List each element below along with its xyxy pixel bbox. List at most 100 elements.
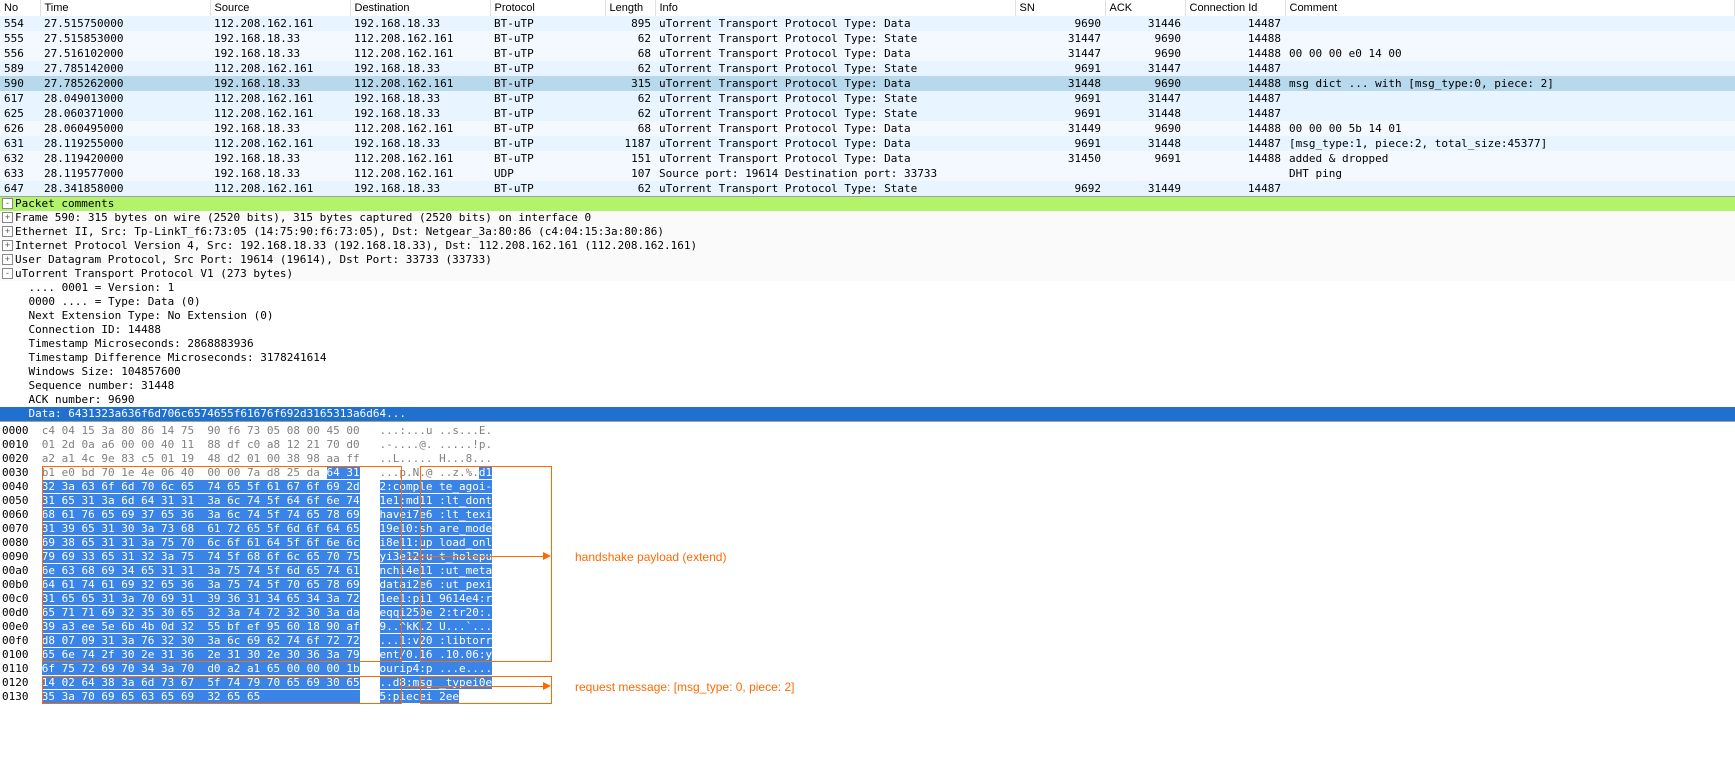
col-header-time[interactable]: Time [40,0,210,16]
cell-no: 625 [0,106,40,121]
col-header-sn[interactable]: SN [1015,0,1105,16]
packet-row[interactable]: 55627.516102000192.168.18.33112.208.162.… [0,46,1735,61]
hex-row[interactable]: 0110 6f 75 72 69 70 34 3a 70 d0 a2 a1 65… [0,662,1735,676]
col-header-no[interactable]: No [0,0,40,16]
cell-proto: BT-uTP [490,181,605,196]
detail-sub-line[interactable]: Sequence number: 31448 [0,379,1735,393]
hex-row[interactable]: 0090 79 69 33 65 31 32 3a 75 74 5f 68 6f… [0,550,1735,564]
expand-icon[interactable]: + [2,254,13,265]
cell-proto: BT-uTP [490,31,605,46]
col-header-destination[interactable]: Destination [350,0,490,16]
cell-dst: 112.208.162.161 [350,46,490,61]
detail-data-line[interactable]: Data: 6431323a636f6d706c6574655f61676f69… [0,407,1735,421]
cell-src: 112.208.162.161 [210,16,350,31]
hex-row[interactable]: 00e0 39 a3 ee 5e 6b 4b 0d 32 55 bf ef 95… [0,620,1735,634]
col-header-info[interactable]: Info [655,0,1015,16]
packet-row[interactable]: 62628.060495000192.168.18.33112.208.162.… [0,121,1735,136]
cell-src: 192.168.18.33 [210,151,350,166]
detail-top-line[interactable]: +User Datagram Protocol, Src Port: 19614… [0,253,1735,267]
detail-sub-line[interactable]: Timestamp Microseconds: 2868883936 [0,337,1735,351]
hex-row[interactable]: 00b0 64 61 74 61 69 32 65 36 3a 75 74 5f… [0,578,1735,592]
hex-row[interactable]: 0020 a2 a1 4c 9e 83 c5 01 19 48 d2 01 00… [0,452,1735,466]
col-header-ack[interactable]: ACK [1105,0,1185,16]
hex-row[interactable]: 0100 65 6e 74 2f 30 2e 31 36 2e 31 30 2e… [0,648,1735,662]
packet-row[interactable]: 63228.119420000192.168.18.33112.208.162.… [0,151,1735,166]
hex-offset: 0060 [2,508,29,521]
hex-row[interactable]: 0070 31 39 65 31 30 3a 73 68 61 72 65 5f… [0,522,1735,536]
packet-row[interactable]: 61728.049013000112.208.162.161192.168.18… [0,91,1735,106]
hex-offset: 0000 [2,424,29,437]
detail-top-line[interactable]: +Frame 590: 315 bytes on wire (2520 bits… [0,211,1735,225]
detail-top-line[interactable]: -uTorrent Transport Protocol V1 (273 byt… [0,267,1735,281]
packet-table-body[interactable]: 55427.515750000112.208.162.161192.168.18… [0,16,1735,196]
col-header-length[interactable]: Length [605,0,655,16]
col-header-protocol[interactable]: Protocol [490,0,605,16]
cell-time: 27.785142000 [40,61,210,76]
hex-ascii: 9..^kK.2 U...`... [380,620,493,633]
packet-row[interactable]: 58927.785142000112.208.162.161192.168.18… [0,61,1735,76]
expand-icon[interactable]: - [2,268,13,279]
hex-row[interactable]: 00f0 d8 07 09 31 3a 76 32 30 3a 6c 69 62… [0,634,1735,648]
hex-row[interactable]: 0050 31 65 31 3a 6d 64 31 31 3a 6c 74 5f… [0,494,1735,508]
packet-row[interactable]: 62528.060371000112.208.162.161192.168.18… [0,106,1735,121]
hex-row[interactable]: 0000 c4 04 15 3a 80 86 14 75 90 f6 73 05… [0,424,1735,438]
packet-row[interactable]: 55527.515853000192.168.18.33112.208.162.… [0,31,1735,46]
hex-row[interactable]: 0060 68 61 76 65 69 37 65 36 3a 6c 74 5f… [0,508,1735,522]
packet-list-pane[interactable]: No Time Source Destination Protocol Leng… [0,0,1735,197]
hex-row[interactable]: 0080 69 38 65 31 31 3a 75 70 6c 6f 61 64… [0,536,1735,550]
hex-ascii: ...:...u ..s...E. [380,424,493,437]
detail-sub-line[interactable]: Next Extension Type: No Extension (0) [0,309,1735,323]
packet-row[interactable]: 55427.515750000112.208.162.161192.168.18… [0,16,1735,31]
detail-sub-line[interactable]: Timestamp Difference Microseconds: 31782… [0,351,1735,365]
cell-cid: 14488 [1185,76,1285,91]
cell-time: 28.119577000 [40,166,210,181]
hex-offset: 0120 [2,676,29,689]
cell-time: 27.515853000 [40,31,210,46]
expand-icon[interactable]: + [2,240,13,251]
packet-row[interactable]: 63328.119577000192.168.18.33112.208.162.… [0,166,1735,181]
packet-details-pane[interactable]: -Packet comments +Frame 590: 315 bytes o… [0,197,1735,422]
col-header-connection-id[interactable]: Connection Id [1185,0,1285,16]
cell-cmt: 00 00 00 e0 14 00 [1285,46,1735,61]
hex-row[interactable]: 0040 32 3a 63 6f 6d 70 6c 65 74 65 5f 61… [0,480,1735,494]
expand-icon[interactable]: + [2,212,13,223]
cell-proto: UDP [490,166,605,181]
hex-dump-pane[interactable]: 0000 c4 04 15 3a 80 86 14 75 90 f6 73 05… [0,422,1735,708]
hex-bytes: 6e 63 68 69 34 65 31 31 3a 75 74 5f 6d 6… [42,564,360,577]
detail-sub-line[interactable]: 0000 .... = Type: Data (0) [0,295,1735,309]
hex-ascii: 1e1:md11 :lt_dont [380,494,493,507]
hex-row[interactable]: 0130 35 3a 70 69 65 63 65 69 32 65 65 5:… [0,690,1735,704]
cell-src: 192.168.18.33 [210,121,350,136]
packet-row[interactable]: 59027.785262000192.168.18.33112.208.162.… [0,76,1735,91]
hex-ascii: 5:piecei 2ee [380,690,459,703]
hex-offset: 00c0 [2,592,29,605]
cell-cmt: [msg_type:1, piece:2, total_size:45377] [1285,136,1735,151]
cell-cid [1185,166,1285,181]
expand-icon[interactable]: + [2,226,13,237]
packet-row[interactable]: 64728.341858000112.208.162.161192.168.18… [0,181,1735,196]
cell-sn: 31447 [1015,31,1105,46]
cell-info: uTorrent Transport Protocol Type: State [655,31,1015,46]
col-header-source[interactable]: Source [210,0,350,16]
detail-top-line[interactable]: +Ethernet II, Src: Tp-LinkT_f6:73:05 (14… [0,225,1735,239]
detail-sub-line[interactable]: Windows Size: 104857600 [0,365,1735,379]
hex-row[interactable]: 0120 14 02 64 38 3a 6d 73 67 5f 74 79 70… [0,676,1735,690]
hex-row[interactable]: 00c0 31 65 65 31 3a 70 69 31 39 36 31 34… [0,592,1735,606]
detail-top-line[interactable]: +Internet Protocol Version 4, Src: 192.1… [0,239,1735,253]
hex-row[interactable]: 0010 01 2d 0a a6 00 00 40 11 88 df c0 a8… [0,438,1735,452]
expand-icon[interactable]: - [2,198,13,209]
detail-sub-line[interactable]: Connection ID: 14488 [0,323,1735,337]
hex-row[interactable]: 00d0 65 71 71 69 32 35 30 65 32 3a 74 72… [0,606,1735,620]
packet-row[interactable]: 63128.119255000112.208.162.161192.168.18… [0,136,1735,151]
packet-table[interactable]: No Time Source Destination Protocol Leng… [0,0,1735,196]
cell-ack [1105,166,1185,181]
col-header-comment[interactable]: Comment [1285,0,1735,16]
detail-sub-line[interactable]: ACK number: 9690 [0,393,1735,407]
cell-time: 28.119255000 [40,136,210,151]
detail-sub-line[interactable]: .... 0001 = Version: 1 [0,281,1735,295]
cell-len: 62 [605,181,655,196]
hex-row[interactable]: 00a0 6e 63 68 69 34 65 31 31 3a 75 74 5f… [0,564,1735,578]
hex-offset: 00b0 [2,578,29,591]
hex-offset: 0100 [2,648,29,661]
hex-row[interactable]: 0030 b1 e0 bd 70 1e 4e 06 40 00 00 7a d8… [0,466,1735,480]
